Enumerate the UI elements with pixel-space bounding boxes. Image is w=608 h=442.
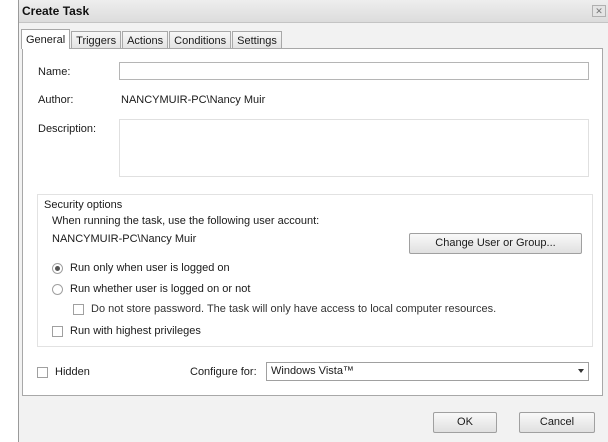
name-input[interactable] — [119, 62, 589, 80]
chevron-down-icon — [578, 369, 584, 373]
hidden-label: Hidden — [55, 366, 90, 378]
highest-privileges-checkbox[interactable] — [52, 326, 63, 337]
close-icon: ✕ — [595, 6, 603, 16]
name-label: Name: — [38, 66, 71, 78]
account-value: NANCYMUIR-PC\Nancy Muir — [52, 233, 197, 245]
tab-general[interactable]: General — [21, 29, 71, 49]
author-label: Author: — [38, 94, 74, 106]
security-options-group: Security options When running the task, … — [37, 194, 593, 347]
configure-for-value: Windows Vista™ — [271, 365, 354, 377]
run-logged-on-radio[interactable] — [52, 263, 63, 274]
cancel-button[interactable]: Cancel — [519, 412, 595, 433]
do-not-store-password-label: Do not store password. The task will onl… — [91, 303, 497, 315]
description-input[interactable] — [119, 119, 589, 177]
description-label: Description: — [38, 123, 97, 135]
title-bar: Create Task ✕ — [19, 0, 608, 23]
author-value: NANCYMUIR-PC\Nancy Muir — [121, 94, 266, 106]
tab-triggers[interactable]: Triggers — [71, 31, 122, 49]
close-button[interactable]: ✕ — [592, 5, 606, 17]
security-options-heading: Security options — [44, 199, 123, 211]
tab-actions[interactable]: Actions — [122, 31, 169, 49]
tab-conditions[interactable]: Conditions — [169, 31, 232, 49]
configure-for-select[interactable]: Windows Vista™ — [266, 362, 589, 381]
general-tab-panel: Name: Author: NANCYMUIR-PC\Nancy Muir De… — [22, 48, 603, 396]
do-not-store-password-checkbox[interactable] — [73, 304, 84, 315]
account-prompt: When running the task, use the following… — [52, 215, 320, 227]
dialog-title: Create Task — [22, 4, 90, 18]
tab-strip: General Triggers Actions Conditions Sett… — [21, 29, 283, 49]
tab-settings[interactable]: Settings — [232, 31, 282, 49]
run-whether-radio[interactable] — [52, 284, 63, 295]
change-user-or-group-button[interactable]: Change User or Group... — [409, 233, 582, 254]
hidden-checkbox[interactable] — [37, 367, 48, 378]
highest-privileges-label: Run with highest privileges — [70, 325, 201, 337]
run-logged-on-label: Run only when user is logged on — [70, 262, 230, 274]
ok-button[interactable]: OK — [433, 412, 497, 433]
create-task-dialog: Create Task ✕ General Triggers Actions C… — [18, 0, 608, 442]
configure-for-label: Configure for: — [190, 366, 257, 378]
run-whether-label: Run whether user is logged on or not — [70, 283, 251, 295]
